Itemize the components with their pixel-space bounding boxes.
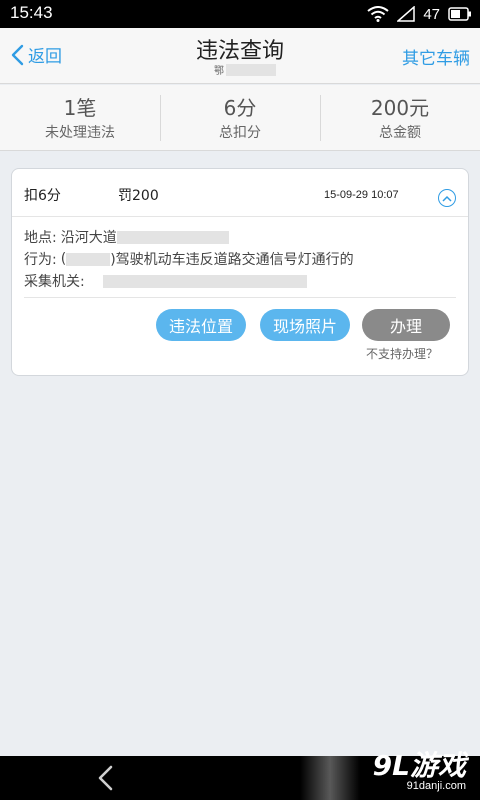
stat-label: 总扣分 — [219, 125, 261, 141]
location-value: 沿河大道 — [60, 230, 117, 246]
behavior-label: 行为: — [24, 252, 57, 268]
handle-button[interactable]: 办理 — [362, 309, 450, 341]
card-divider — [24, 297, 456, 298]
location-redaction — [116, 230, 229, 244]
violation-fine: 罚200 — [118, 188, 159, 204]
behavior-text: )驾驶机动车违反道路交通信号灯通行的 — [110, 252, 354, 268]
plate-prefix: 鄂 — [214, 66, 224, 77]
status-icons: 47 — [367, 4, 472, 24]
stat-value: 200元 — [370, 96, 430, 120]
stat-amount: 200元 总金额 — [320, 85, 480, 150]
violation-location-button[interactable]: 违法位置 — [156, 309, 246, 341]
location-row: 地点: 沿河大道 — [24, 227, 229, 247]
location-label: 地点: — [24, 230, 57, 246]
stat-count: 1笔 未处理违法 — [0, 85, 160, 150]
cannot-handle-link[interactable]: 不支持办理？ — [366, 345, 438, 362]
chevron-up-icon — [442, 195, 452, 202]
stat-value: 6分 — [223, 96, 257, 120]
nav-back-icon[interactable] — [96, 765, 114, 791]
status-bar: 15:43 47 — [0, 0, 480, 28]
nav-indicator — [300, 756, 360, 800]
stat-points: 6分 总扣分 — [160, 85, 320, 150]
violation-date: 15-09-29 10:07 — [324, 189, 399, 201]
stat-label: 未处理违法 — [45, 125, 115, 141]
plate-redaction — [226, 63, 276, 76]
agency-row: 采集机关: — [24, 271, 307, 291]
wifi-icon — [367, 6, 389, 22]
signal-icon — [397, 6, 416, 22]
site-watermark: 9L游戏 91danji.com — [372, 749, 466, 793]
plate-number: 鄂 — [214, 62, 276, 77]
behavior-row: 行为: ( )驾驶机动车违反道路交通信号灯通行的 — [24, 249, 354, 269]
violation-points: 扣6分 — [24, 188, 61, 204]
agency-redaction — [102, 274, 307, 288]
watermark-logo: 9L游戏 — [372, 749, 466, 782]
summary-panel: 1笔 未处理违法 6分 总扣分 200元 总金额 — [0, 85, 480, 151]
header: 返回 违法查询 鄂 其它车辆 — [0, 28, 480, 84]
battery-icon — [448, 7, 471, 21]
stat-value: 1笔 — [63, 96, 97, 120]
other-vehicles-button[interactable]: 其它车辆 — [402, 44, 470, 69]
collapse-button[interactable] — [438, 189, 456, 207]
battery-level: 47 — [423, 5, 440, 23]
navigation-bar: 9L游戏 91danji.com — [0, 750, 480, 800]
status-time: 15:43 — [10, 3, 53, 22]
violation-card-header[interactable]: 扣6分 罚200 15-09-29 10:07 — [12, 169, 468, 217]
scene-photo-button[interactable]: 现场照片 — [260, 309, 350, 341]
behavior-redaction — [66, 252, 111, 266]
violation-card: 扣6分 罚200 15-09-29 10:07 地点: 沿河大道 行为: ( )… — [11, 168, 469, 376]
stat-label: 总金额 — [379, 125, 421, 141]
agency-label: 采集机关: — [24, 274, 85, 290]
